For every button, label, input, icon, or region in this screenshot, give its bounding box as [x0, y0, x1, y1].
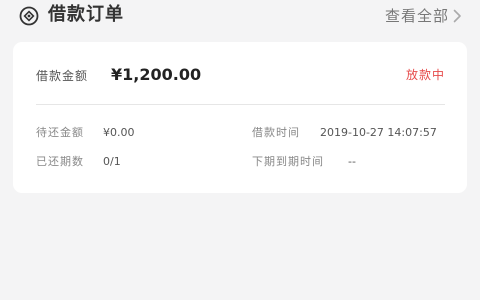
loan-amount-value: ¥1,200.00 — [111, 65, 202, 84]
loan-amount-label: 借款金额 — [36, 69, 89, 83]
repaid-periods-label: 已还期数 — [36, 155, 84, 168]
view-all-label: 查看全部 — [384, 7, 449, 25]
status-badge: 放款中 — [405, 68, 445, 82]
next-due-value: -- — [348, 155, 356, 168]
loan-order-card[interactable]: 借款金额 ¥1,200.00 放款中 待还金额 ¥0.00 借款时间 2019-… — [13, 42, 467, 193]
target-circle-icon — [19, 6, 39, 26]
divider — [36, 104, 445, 105]
loan-time-value: 2019-10-27 14:07:57 — [320, 126, 437, 139]
loan-time-label: 借款时间 — [252, 126, 300, 139]
chevron-right-icon — [453, 9, 461, 23]
amount-row: 借款金额 ¥1,200.00 放款中 — [13, 42, 467, 104]
view-all-link[interactable]: 查看全部 — [385, 6, 462, 26]
next-due-label: 下期到期时间 — [252, 155, 324, 168]
pending-repay-label: 待还金额 — [36, 126, 84, 139]
loan-orders-page: 借款订单 查看全部 借款金额 ¥1,200.00 放款中 待还金额 ¥0.00 … — [0, 0, 480, 300]
section-header: 借款订单 查看全部 — [0, 0, 480, 36]
section-title: 借款订单 — [48, 4, 124, 25]
pending-repay-value: ¥0.00 — [103, 126, 135, 139]
repaid-periods-value: 0/1 — [103, 155, 121, 168]
